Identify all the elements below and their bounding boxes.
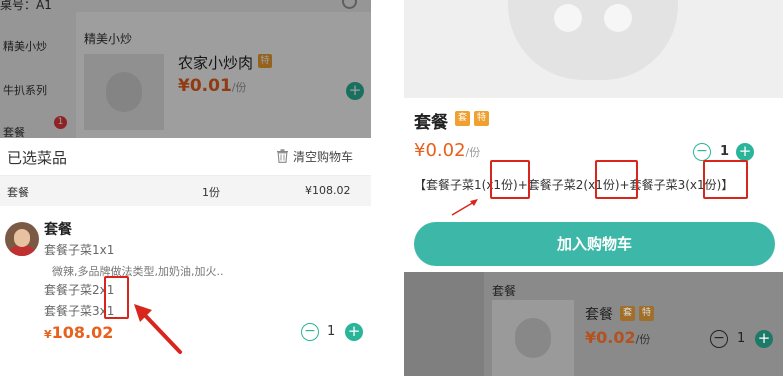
summary-name: 套餐 — [7, 186, 29, 199]
chef-placeholder-icon — [515, 318, 551, 358]
dish-name: 套餐 — [585, 307, 613, 323]
menu-background: 桌号：A1 精美小炒 牛扒系列 套餐 1 精美小炒 农家小炒肉 特 ¥0.01/… — [0, 0, 371, 139]
highlight-box — [595, 160, 638, 199]
summary-count: 1份 — [202, 186, 220, 199]
chef-placeholder-icon — [508, 0, 678, 80]
trash-icon[interactable] — [276, 149, 289, 163]
summary-total: ¥108.02 — [305, 184, 351, 197]
highlight-box — [703, 160, 748, 199]
set-meal-tag: 套 — [455, 111, 470, 126]
increase-qty-button[interactable]: + — [755, 330, 773, 348]
product-price: ¥0.02/份 — [414, 140, 480, 161]
product-price-value: ¥0.02 — [414, 140, 466, 161]
dish-price-unit: /份 — [635, 333, 651, 346]
dish-qty: 1 — [737, 331, 746, 346]
modal-overlay[interactable] — [0, 0, 371, 138]
section-title: 套餐 — [492, 284, 517, 298]
product-price-unit: /份 — [465, 146, 481, 159]
avatar — [5, 222, 39, 256]
product-image — [404, 0, 783, 98]
cart-summary-row: 套餐 1份 ¥108.02 — [0, 176, 371, 206]
cart-item-qty: 1 — [327, 324, 336, 339]
increase-qty-button[interactable]: + — [345, 323, 363, 341]
currency-symbol: ¥ — [44, 328, 52, 341]
product-description: 【套餐子菜1(x1份)+套餐子菜2(x1份)+套餐子菜3(x1份)】 — [414, 178, 734, 192]
special-tag: 特 — [474, 111, 489, 126]
product-name: 套餐 — [414, 113, 448, 133]
decrease-qty-button[interactable]: − — [710, 330, 728, 348]
cart-screen: 桌号：A1 精美小炒 牛扒系列 套餐 1 精美小炒 农家小炒肉 特 ¥0.01/… — [0, 0, 371, 376]
cart-item-subdish: 套餐子菜1x1 — [44, 243, 115, 257]
dish-price: ¥0.02/份 — [585, 328, 650, 347]
cart-header: 已选菜品 清空购物车 — [0, 138, 371, 176]
highlight-box — [104, 276, 129, 319]
add-to-cart-button[interactable]: 加入购物车 — [414, 222, 775, 266]
panel-divider — [371, 0, 404, 376]
menu-background: 套餐 套餐 套 特 ¥0.02/份 − 1 + — [404, 272, 783, 376]
dish-price-value: ¥0.02 — [585, 328, 636, 347]
decrease-qty-button[interactable]: − — [693, 143, 711, 161]
annotation-arrow-icon — [134, 304, 182, 354]
cart-item-price: ¥108.02 — [44, 323, 113, 342]
cart-title: 已选菜品 — [7, 149, 68, 167]
clear-cart-button[interactable]: 清空购物车 — [293, 148, 353, 165]
highlight-box — [490, 160, 530, 199]
decrease-qty-button[interactable]: − — [301, 323, 319, 341]
cart-item-name: 套餐 — [44, 222, 72, 238]
cart-item-note: 微辣,多品牌做法类型,加奶油,加火.. — [52, 265, 224, 278]
dish-image — [492, 300, 574, 376]
product-detail-screen: 套餐 套 特 ¥0.02/份 − 1 + 【套餐子菜1(x1份)+套餐子菜2(x… — [404, 0, 783, 376]
increase-qty-button[interactable]: + — [736, 143, 754, 161]
set-meal-tag: 套 — [620, 306, 635, 321]
screenshot-root: 桌号：A1 精美小炒 牛扒系列 套餐 1 精美小炒 农家小炒肉 特 ¥0.01/… — [0, 0, 783, 376]
product-qty: 1 — [720, 144, 730, 159]
product-card: 套餐 套 特 ¥0.02/份 − 1 + 【套餐子菜1(x1份)+套餐子菜2(x… — [404, 98, 783, 272]
cart-item-price-value: 108.02 — [51, 323, 114, 342]
special-tag: 特 — [639, 306, 654, 321]
annotation-arrow-icon — [451, 199, 478, 216]
